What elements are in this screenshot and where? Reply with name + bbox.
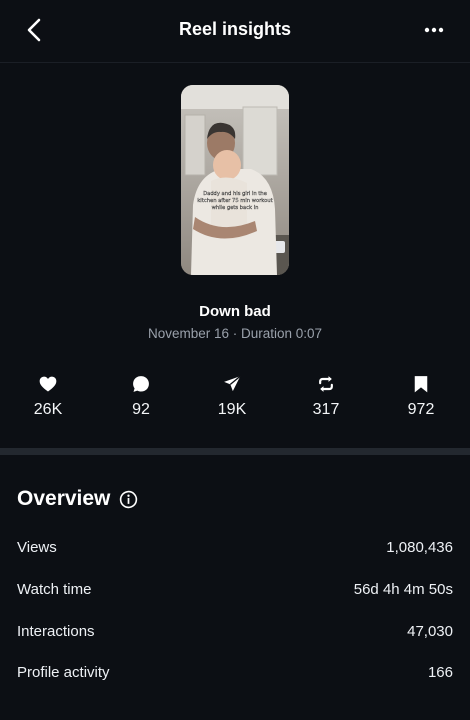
reel-date-duration: November 16 · Duration 0:07 [147,326,323,341]
reel-thumbnail[interactable]: Daddy and his girl in the kitchen after … [181,85,289,275]
repost-icon [319,376,333,392]
stat-likes: 26K [8,374,88,419]
overview-row-profile-activity[interactable]: Profile activity 166 [17,664,453,686]
overview-row-views[interactable]: Views 1,080,436 [17,539,453,561]
share-icon [224,375,241,392]
overview-heading: Overview [17,487,111,510]
overview-row-interactions[interactable]: Interactions 47,030 [17,623,453,645]
section-divider [0,448,470,455]
svg-text:while gets back in: while gets back in [212,205,259,211]
svg-text:Daddy and his girl in the: Daddy and his girl in the [203,191,267,197]
metric-label: Views [17,539,57,556]
metric-label: Profile activity [17,664,110,681]
metric-value: 56d 4h 4m 50s [353,581,453,598]
stat-reposts: 317 [286,374,366,419]
metric-value: 166 [427,664,453,681]
overview-info-button[interactable] [119,490,138,509]
reel-title: Down bad [199,303,271,320]
stat-saves: 972 [381,374,461,419]
header-bar: Reel insights [0,0,470,63]
shares-count: 19K [217,401,247,418]
more-horizontal-icon [424,27,444,33]
stat-shares: 19K [192,374,272,419]
bookmark-icon [414,376,428,393]
comment-icon [133,376,149,392]
overview-row-watch-time[interactable]: Watch time 56d 4h 4m 50s [17,581,453,603]
likes-count: 26K [33,401,63,418]
heart-icon [39,376,57,392]
comments-count: 92 [132,401,150,418]
page-title: Reel insights [178,19,292,39]
more-options-button[interactable] [420,18,448,42]
metric-value: 1,080,436 [386,539,453,556]
metric-label: Watch time [17,581,92,598]
svg-text:kitchen after 75 min workout: kitchen after 75 min workout [197,198,272,204]
reposts-count: 317 [312,401,340,418]
stat-comments: 92 [101,374,181,419]
saves-count: 972 [407,401,435,418]
reel-insights-screen: Reel insights Daddy and his girl in the … [0,0,470,720]
info-icon [119,490,138,509]
thumbnail-image: Daddy and his girl in the kitchen after … [181,85,289,275]
metric-value: 47,030 [407,623,453,640]
engagement-stats: 26K 92 19K 317 972 [0,374,470,424]
metric-label: Interactions [17,623,95,640]
